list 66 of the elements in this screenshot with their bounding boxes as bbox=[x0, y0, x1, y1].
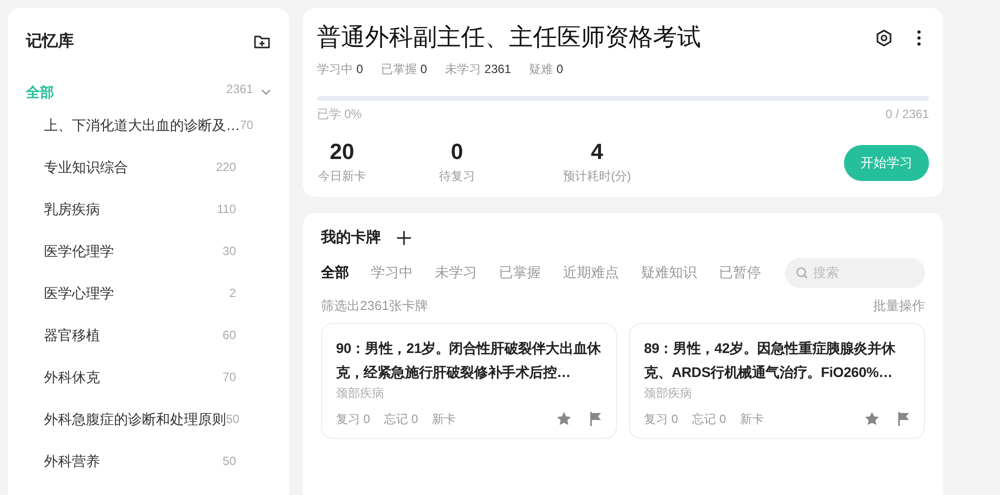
stat-label: 今日新卡 bbox=[318, 168, 366, 185]
item-count: 50 bbox=[226, 411, 240, 428]
section-title: 我的卡牌 bbox=[321, 228, 381, 248]
item-count: 2361 bbox=[226, 81, 253, 98]
star-icon bbox=[556, 411, 572, 427]
flag-icon bbox=[588, 411, 604, 427]
add-folder-icon bbox=[253, 33, 271, 51]
library-item[interactable]: 上、下消化道大出血的诊断及… bbox=[44, 114, 240, 136]
library-item[interactable]: 外科休克 bbox=[44, 366, 100, 388]
stat-label: 疑难 0 bbox=[529, 61, 564, 78]
forget-count: 忘记 0 bbox=[384, 411, 418, 428]
deck-title: 普通外科副主任、主任医师资格考试 bbox=[317, 23, 701, 53]
item-count: 50 bbox=[222, 453, 236, 470]
stat-label: 预计耗时(分) bbox=[563, 168, 631, 185]
item-count: 110 bbox=[216, 201, 236, 218]
stat-label: 已掌握 0 bbox=[381, 61, 428, 78]
stat-label: 未学习 2361 bbox=[445, 61, 512, 78]
star-button[interactable] bbox=[556, 411, 572, 427]
stat-value: 20 bbox=[330, 141, 354, 163]
star-button[interactable] bbox=[864, 411, 880, 427]
card-title: 89：男性，42岁。因急性重症胰腺炎并休克、ARDS行机械通气治疗。FiO260%… bbox=[644, 339, 896, 382]
review-count: 复习 0 bbox=[644, 411, 678, 428]
settings-button[interactable] bbox=[875, 29, 893, 47]
item-count: 30 bbox=[222, 243, 236, 260]
card-title: 90：男性，21岁。闭合性肝破裂伴大出血休克，经紧急施行肝破裂修补手术后控… bbox=[336, 339, 602, 382]
flashcard[interactable]: 89：男性，42岁。因急性重症胰腺炎并休克、ARDS行机械通气治疗。FiO260%… 颈部疾病 复习 0 忘记 0 新卡 bbox=[629, 323, 925, 439]
library-item[interactable]: 医学心理学 bbox=[44, 282, 114, 304]
settings-icon bbox=[875, 29, 893, 47]
card-tag: 颈部疾病 bbox=[644, 384, 912, 402]
add-button[interactable] bbox=[397, 231, 411, 246]
card-status: 新卡 bbox=[432, 411, 456, 428]
flashcard[interactable]: 90：男性，21岁。闭合性肝破裂伴大出血休克，经紧急施行肝破裂修补手术后控… 颈部疾病 复习 0 忘记 0 新卡 bbox=[321, 323, 617, 439]
chevron-down-icon[interactable] bbox=[261, 87, 271, 97]
library-item[interactable]: 外科急腹症的诊断和处理原则 bbox=[44, 408, 226, 430]
sidebar-title: 记忆库 bbox=[26, 31, 74, 52]
library-item[interactable]: 乳房疾病 bbox=[44, 198, 100, 220]
add-icon bbox=[397, 231, 411, 246]
forget-count: 忘记 0 bbox=[692, 411, 726, 428]
item-count: 220 bbox=[216, 159, 236, 176]
card-status: 新卡 bbox=[740, 411, 764, 428]
star-icon bbox=[864, 411, 880, 427]
stat-value: 4 bbox=[590, 141, 604, 163]
more-icon bbox=[917, 30, 921, 46]
item-count: 60 bbox=[222, 327, 236, 344]
item-count: 2 bbox=[229, 285, 236, 302]
library-item[interactable]: 外科营养 bbox=[44, 450, 100, 472]
item-count: 70 bbox=[222, 369, 236, 386]
search-icon bbox=[796, 266, 808, 278]
stat-value: 0 bbox=[450, 141, 464, 163]
library-item[interactable]: 医学伦理学 bbox=[44, 240, 114, 262]
more-button[interactable] bbox=[917, 30, 921, 46]
add-folder-button[interactable] bbox=[253, 33, 271, 51]
result-count: 筛选出2361张卡牌 bbox=[321, 296, 428, 314]
flag-button[interactable] bbox=[896, 411, 912, 427]
filter-tab[interactable]: 全部 bbox=[321, 262, 349, 283]
flag-button[interactable] bbox=[588, 411, 604, 427]
library-item[interactable]: 专业知识综合 bbox=[44, 156, 128, 178]
progress-label: 已学 0% bbox=[317, 106, 362, 123]
card-tag: 颈部疾病 bbox=[336, 384, 604, 402]
library-item[interactable]: 器官移植 bbox=[44, 324, 100, 346]
flag-icon bbox=[896, 411, 912, 427]
review-count: 复习 0 bbox=[336, 411, 370, 428]
stat-label: 学习中 0 bbox=[317, 61, 364, 78]
item-count: 70 bbox=[240, 117, 254, 134]
progress-reading: 0 / 2361 bbox=[886, 106, 929, 123]
stat-label: 待复习 bbox=[439, 168, 475, 185]
